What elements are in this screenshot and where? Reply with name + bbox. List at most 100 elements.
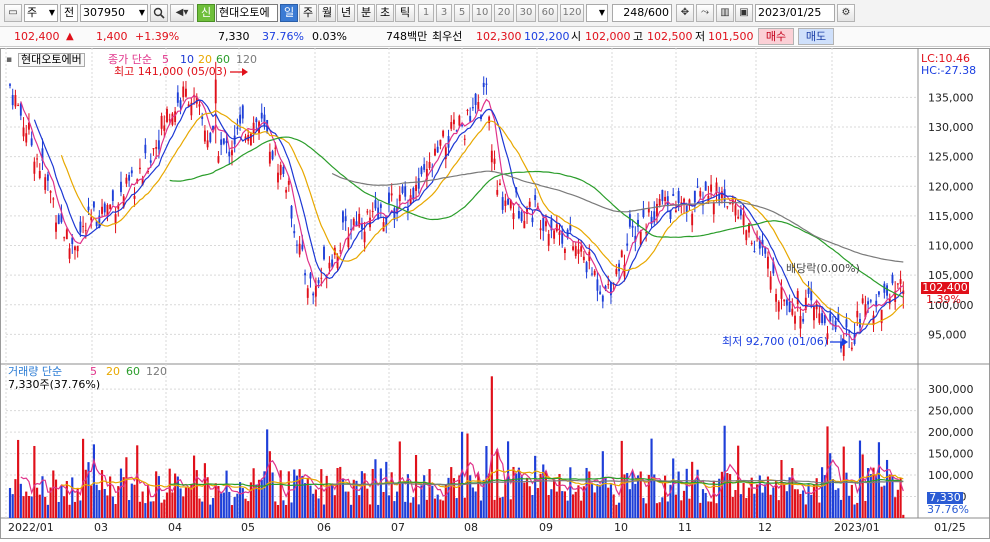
candle-body — [366, 211, 369, 213]
bar-count-field[interactable]: 248/600 — [612, 4, 672, 22]
volume-bar — [65, 481, 68, 518]
volume-bar — [198, 498, 201, 518]
window-icon[interactable]: ▭ — [4, 4, 22, 22]
settings-icon[interactable]: ⚙ — [837, 4, 855, 22]
buy-button[interactable]: 매수 — [758, 28, 794, 45]
volume-bar — [298, 469, 301, 518]
chart-canvas[interactable]: 135,000 130,000 125,000 120,000 115,000 110,0… — [0, 48, 990, 539]
volume-bar — [239, 482, 242, 518]
stock-code-input[interactable]: 307950 ▼ — [80, 4, 148, 22]
interval-button-5[interactable]: 5 — [454, 4, 470, 22]
candle-body — [534, 195, 537, 201]
volume-bar — [114, 503, 117, 518]
candle-body — [279, 164, 282, 176]
interval-select[interactable]: ▼ — [586, 4, 608, 22]
search-icon[interactable] — [150, 4, 168, 22]
volume-bar — [306, 477, 309, 518]
period-week-button[interactable]: 주 — [299, 4, 317, 22]
volume-bar — [252, 468, 255, 518]
volume-bar — [30, 496, 33, 518]
volume-bar — [525, 477, 529, 518]
candle-body — [672, 193, 675, 196]
period-tick-button[interactable]: 틱 — [395, 4, 415, 22]
candle-body — [461, 125, 464, 127]
best-quote-label: 최우선 — [432, 30, 463, 43]
save-icon[interactable]: ▣ — [735, 4, 753, 22]
chart-type-icon[interactable]: ▥ — [716, 4, 734, 22]
volume-bar — [599, 484, 602, 518]
volume-bar — [631, 471, 634, 518]
volume-bar — [658, 502, 661, 518]
candle-body — [558, 232, 561, 235]
candle-body — [769, 276, 772, 290]
stock-chart[interactable]: 135,000 130,000 125,000 120,000 115,000 110,0… — [0, 48, 990, 539]
interval-button-10[interactable]: 10 — [472, 4, 492, 22]
candle-body — [268, 151, 271, 164]
sell-button[interactable]: 매도 — [798, 28, 834, 45]
volume-current-pct: 37.76% — [927, 503, 969, 516]
candle-body — [850, 347, 853, 350]
interval-button-1[interactable]: 1 — [418, 4, 434, 22]
candle-body — [626, 243, 629, 246]
panel-menu-icon[interactable]: ▪ — [6, 54, 12, 66]
period-minute-button[interactable]: 분 — [357, 4, 375, 22]
candle-body — [76, 245, 79, 252]
volume-bar — [793, 489, 797, 518]
volume-bar — [257, 479, 261, 518]
interval-button-20[interactable]: 20 — [494, 4, 514, 22]
volume-bar — [458, 475, 461, 518]
volume-bar — [320, 469, 323, 518]
volume-bar — [63, 496, 66, 518]
period-select-value: 주 — [27, 6, 38, 19]
candle-body — [877, 291, 880, 295]
x-tick-label: 05 — [241, 521, 255, 534]
crosshair-icon[interactable]: ✥ — [676, 4, 694, 22]
period-second-button[interactable]: 초 — [376, 4, 394, 22]
interval-button-30[interactable]: 30 — [516, 4, 536, 22]
volume-bar — [691, 461, 694, 518]
period-day-button[interactable]: 일 — [280, 4, 298, 22]
candle-body — [504, 200, 507, 206]
interval-button-3[interactable]: 3 — [436, 4, 452, 22]
candle-body — [63, 237, 66, 239]
stock-name-field[interactable]: 현대오토에 — [216, 4, 278, 22]
volume-bar — [377, 504, 380, 518]
candle-body — [379, 204, 382, 208]
speaker-icon[interactable]: ◀▾ — [170, 4, 194, 22]
board-select[interactable]: 전 — [60, 4, 78, 22]
candle-body — [469, 115, 472, 122]
price-panel-title[interactable]: 현대오토에버 — [18, 53, 85, 67]
volume-bar — [710, 501, 713, 518]
candle-body — [68, 248, 71, 259]
volume-ma-20: 20 — [106, 365, 120, 378]
volume-bar — [864, 500, 867, 518]
volume-bar — [902, 514, 905, 518]
candle-body — [729, 203, 731, 205]
volume-bar — [839, 499, 843, 518]
interval-button-60[interactable]: 60 — [538, 4, 558, 22]
candle-body — [482, 82, 485, 87]
price-tick-label: 125,000 — [928, 151, 974, 164]
candle-body — [252, 122, 255, 135]
candle-body — [14, 95, 17, 107]
volume-bar — [442, 500, 445, 518]
volume-bar — [393, 501, 396, 518]
period-month-button[interactable]: 월 — [318, 4, 336, 22]
x-tick-label: 12 — [758, 521, 772, 534]
trend-icon[interactable]: ⤳ — [696, 4, 714, 22]
volume-bar — [883, 485, 886, 518]
candle-body — [398, 194, 401, 202]
period-year-button[interactable]: 년 — [337, 4, 355, 22]
volume-tick-label: 250,000 — [928, 405, 974, 418]
volume-bar — [228, 491, 231, 518]
x-tick-label: 08 — [464, 521, 478, 534]
volume-bar — [553, 479, 556, 518]
volume-bar — [396, 491, 399, 518]
period-select[interactable]: 주 ▼ — [24, 4, 58, 22]
interval-button-120[interactable]: 120 — [560, 4, 584, 22]
volume-bar — [358, 495, 361, 518]
candle-body — [815, 303, 818, 310]
candle-body — [485, 83, 488, 85]
candle-body — [339, 250, 342, 252]
date-input[interactable]: 2023/01/25 — [755, 4, 835, 22]
